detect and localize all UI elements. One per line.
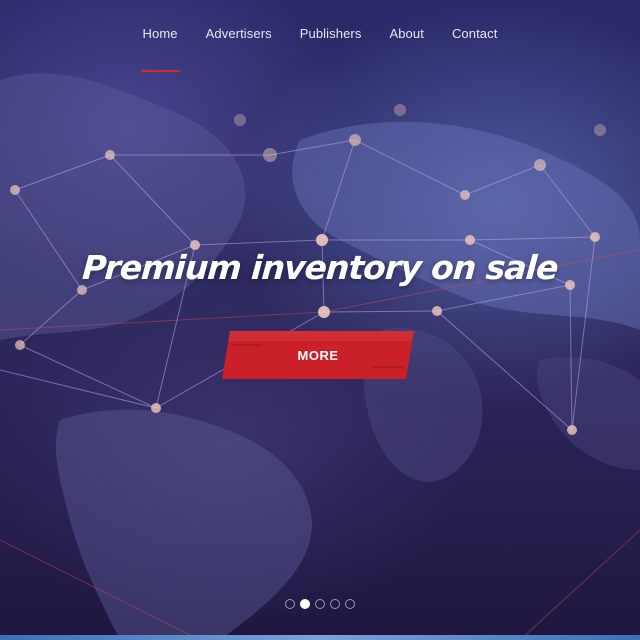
slider-pagination [0, 599, 640, 609]
slider-dot-1[interactable] [285, 599, 295, 609]
more-button[interactable]: MORE [222, 331, 414, 379]
more-button-label: MORE [297, 347, 339, 363]
hero-headline: Premium inventory on sale [81, 248, 559, 287]
bottom-strip [0, 635, 640, 640]
nav-home[interactable]: Home [129, 22, 192, 72]
slider-dot-3[interactable] [315, 599, 325, 609]
slider-dot-4[interactable] [330, 599, 340, 609]
world-network-map-icon [0, 73, 640, 640]
nav-about[interactable]: About [375, 22, 437, 62]
slider-dot-2[interactable] [300, 599, 310, 609]
nav-advertisers[interactable]: Advertisers [192, 22, 286, 62]
hero-section: Home Advertisers Publishers About Contac… [0, 0, 640, 640]
nav-contact[interactable]: Contact [438, 22, 512, 62]
main-nav: Home Advertisers Publishers About Contac… [0, 22, 640, 72]
slider-dot-5[interactable] [345, 599, 355, 609]
nav-publishers[interactable]: Publishers [286, 22, 376, 62]
